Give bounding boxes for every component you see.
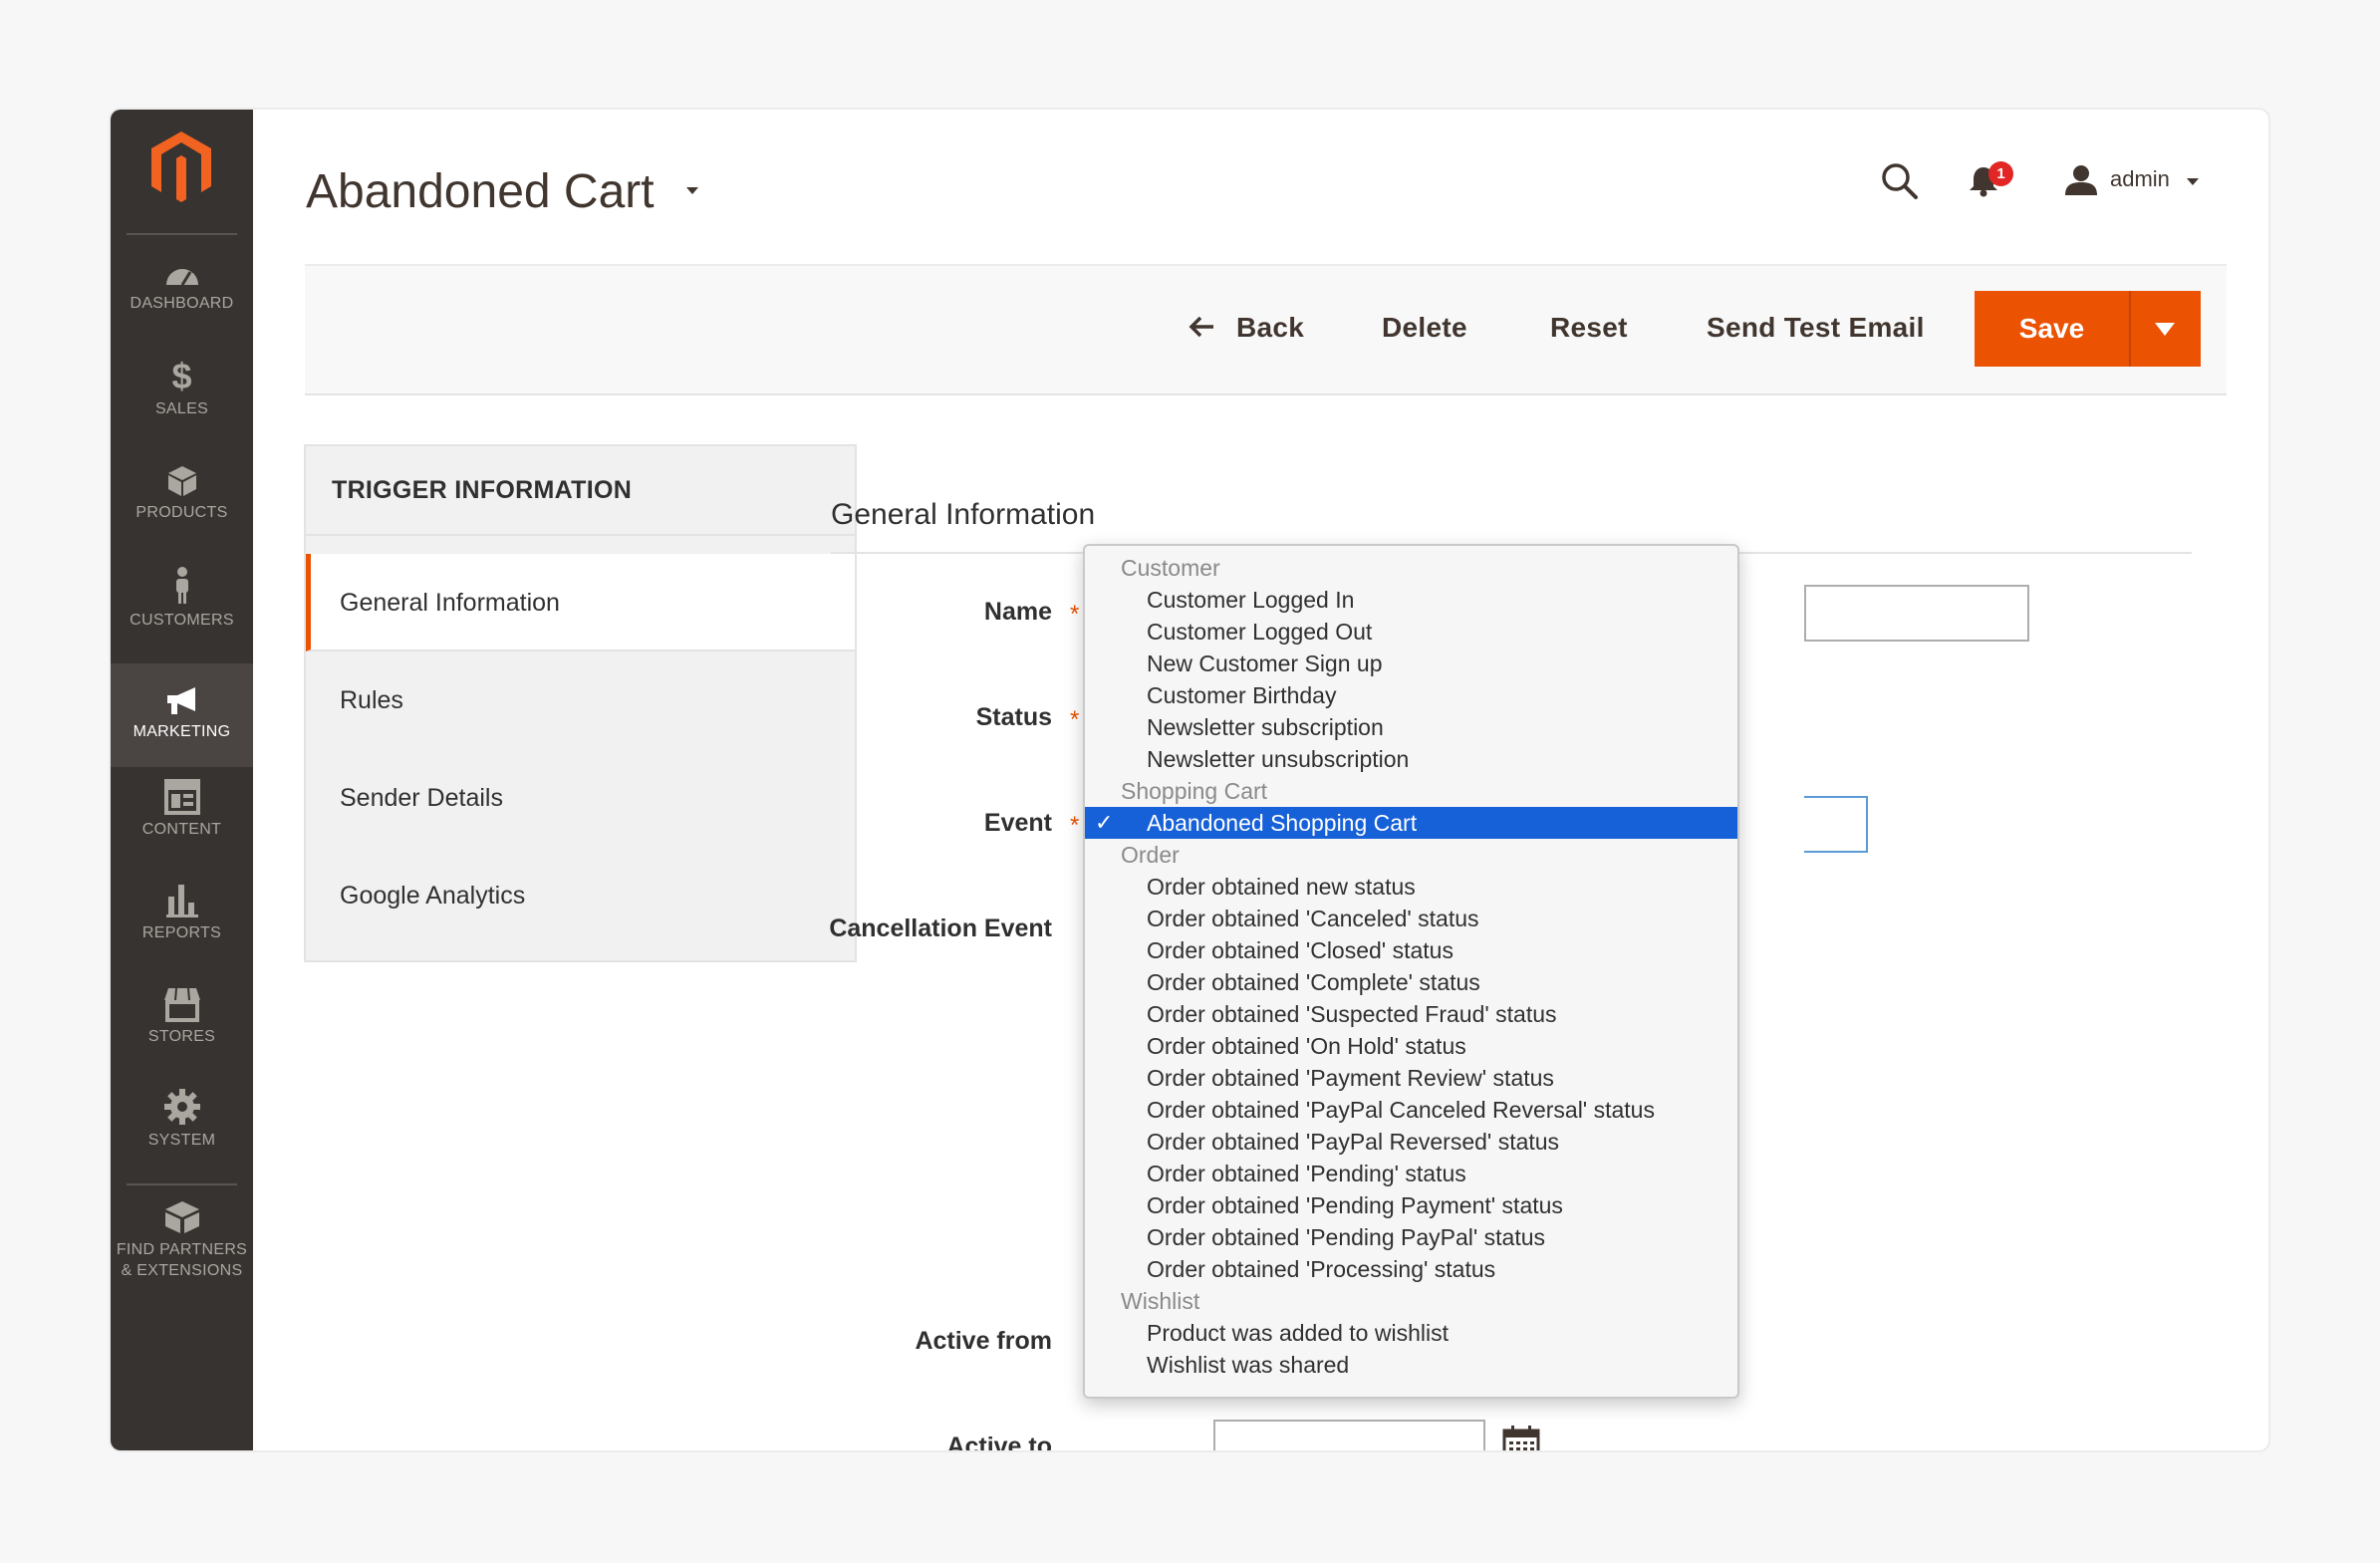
user-icon[interactable] — [2063, 163, 2099, 197]
cancellation-event-label: Cancellation Event — [829, 914, 1052, 942]
required-marker: * — [1070, 706, 1080, 733]
status-label: Status — [975, 703, 1052, 731]
dropdown-option[interactable]: Customer Logged Out — [1085, 616, 1737, 648]
dropdown-option-label: Abandoned Shopping Cart — [1147, 810, 1418, 836]
dropdown-option[interactable]: Order obtained 'PayPal Reversed' status — [1085, 1126, 1737, 1158]
calendar-icon[interactable] — [1502, 1425, 1540, 1450]
dropdown-group-label: Customer — [1121, 555, 1220, 581]
chevron-down-icon[interactable] — [2187, 178, 2199, 185]
search-icon[interactable] — [1880, 161, 1920, 201]
required-marker: * — [1070, 812, 1080, 839]
active-to-input[interactable] — [1213, 1420, 1485, 1450]
save-options-dropdown-icon[interactable] — [2155, 323, 2175, 336]
reset-button[interactable]: Reset — [1550, 312, 1628, 344]
dropdown-option[interactable]: Order obtained new status — [1085, 871, 1737, 903]
back-arrow-icon[interactable] — [1188, 315, 1215, 339]
active-from-label: Active from — [915, 1327, 1052, 1355]
event-dropdown-menu: Customer Customer Logged In Customer Log… — [1083, 544, 1739, 1399]
name-label: Name — [983, 598, 1052, 626]
admin-user-menu[interactable]: admin — [2110, 166, 2170, 192]
dropdown-group-label: Order — [1121, 842, 1180, 868]
dropdown-option[interactable]: Order obtained 'PayPal Canceled Reversal… — [1085, 1094, 1737, 1126]
delete-button[interactable]: Delete — [1382, 312, 1467, 344]
save-button[interactable]: Save — [1975, 291, 2129, 367]
dropdown-option[interactable]: Order obtained 'Pending' status — [1085, 1158, 1737, 1189]
save-divider — [2129, 291, 2131, 367]
event-label: Event — [983, 809, 1052, 837]
save-split-button: Save — [1975, 291, 2201, 367]
dropdown-option[interactable]: Wishlist was shared — [1085, 1349, 1737, 1381]
dropdown-option[interactable]: New Customer Sign up — [1085, 648, 1737, 679]
name-input[interactable] — [1804, 585, 2029, 642]
dropdown-option[interactable]: Order obtained 'Suspected Fraud' status — [1085, 998, 1737, 1030]
dropdown-group-label: Wishlist — [1121, 1288, 1200, 1314]
dropdown-option[interactable]: Order obtained 'Closed' status — [1085, 934, 1737, 966]
checkmark-icon: ✓ — [1095, 810, 1114, 835]
dropdown-option[interactable]: Order obtained 'Pending PayPal' status — [1085, 1221, 1737, 1253]
dropdown-option-selected[interactable]: ✓ Abandoned Shopping Cart — [1085, 807, 1737, 839]
dropdown-option[interactable]: Order obtained 'On Hold' status — [1085, 1030, 1737, 1062]
dropdown-option[interactable]: Newsletter subscription — [1085, 711, 1737, 743]
send-test-email-button[interactable]: Send Test Email — [1707, 312, 1925, 344]
dropdown-option[interactable]: Product was added to wishlist — [1085, 1317, 1737, 1349]
dropdown-option[interactable]: Order obtained 'Processing' status — [1085, 1253, 1737, 1285]
dropdown-option[interactable]: Order obtained 'Payment Review' status — [1085, 1062, 1737, 1094]
dropdown-option[interactable]: Customer Birthday — [1085, 679, 1737, 711]
notification-badge[interactable]: 1 — [1988, 161, 2013, 186]
admin-window: DASHBOARD $ SALES PRODUCTS CUSTOMERS MAR… — [111, 110, 2268, 1450]
event-select[interactable] — [1804, 796, 1868, 853]
dropdown-option[interactable]: Order obtained 'Canceled' status — [1085, 903, 1737, 934]
dropdown-option[interactable]: Order obtained 'Pending Payment' status — [1085, 1189, 1737, 1221]
active-to-label: Active to — [946, 1433, 1052, 1450]
dropdown-group-label: Shopping Cart — [1121, 778, 1268, 804]
back-button[interactable]: Back — [1236, 312, 1304, 344]
required-marker: * — [1070, 601, 1080, 628]
form-labels: Name Status Event Cancellation Event Act… — [111, 110, 1052, 1450]
dropdown-option[interactable]: Newsletter unsubscription — [1085, 743, 1737, 775]
dropdown-option[interactable]: Order obtained 'Complete' status — [1085, 966, 1737, 998]
dropdown-option[interactable]: Customer Logged In — [1085, 584, 1737, 616]
